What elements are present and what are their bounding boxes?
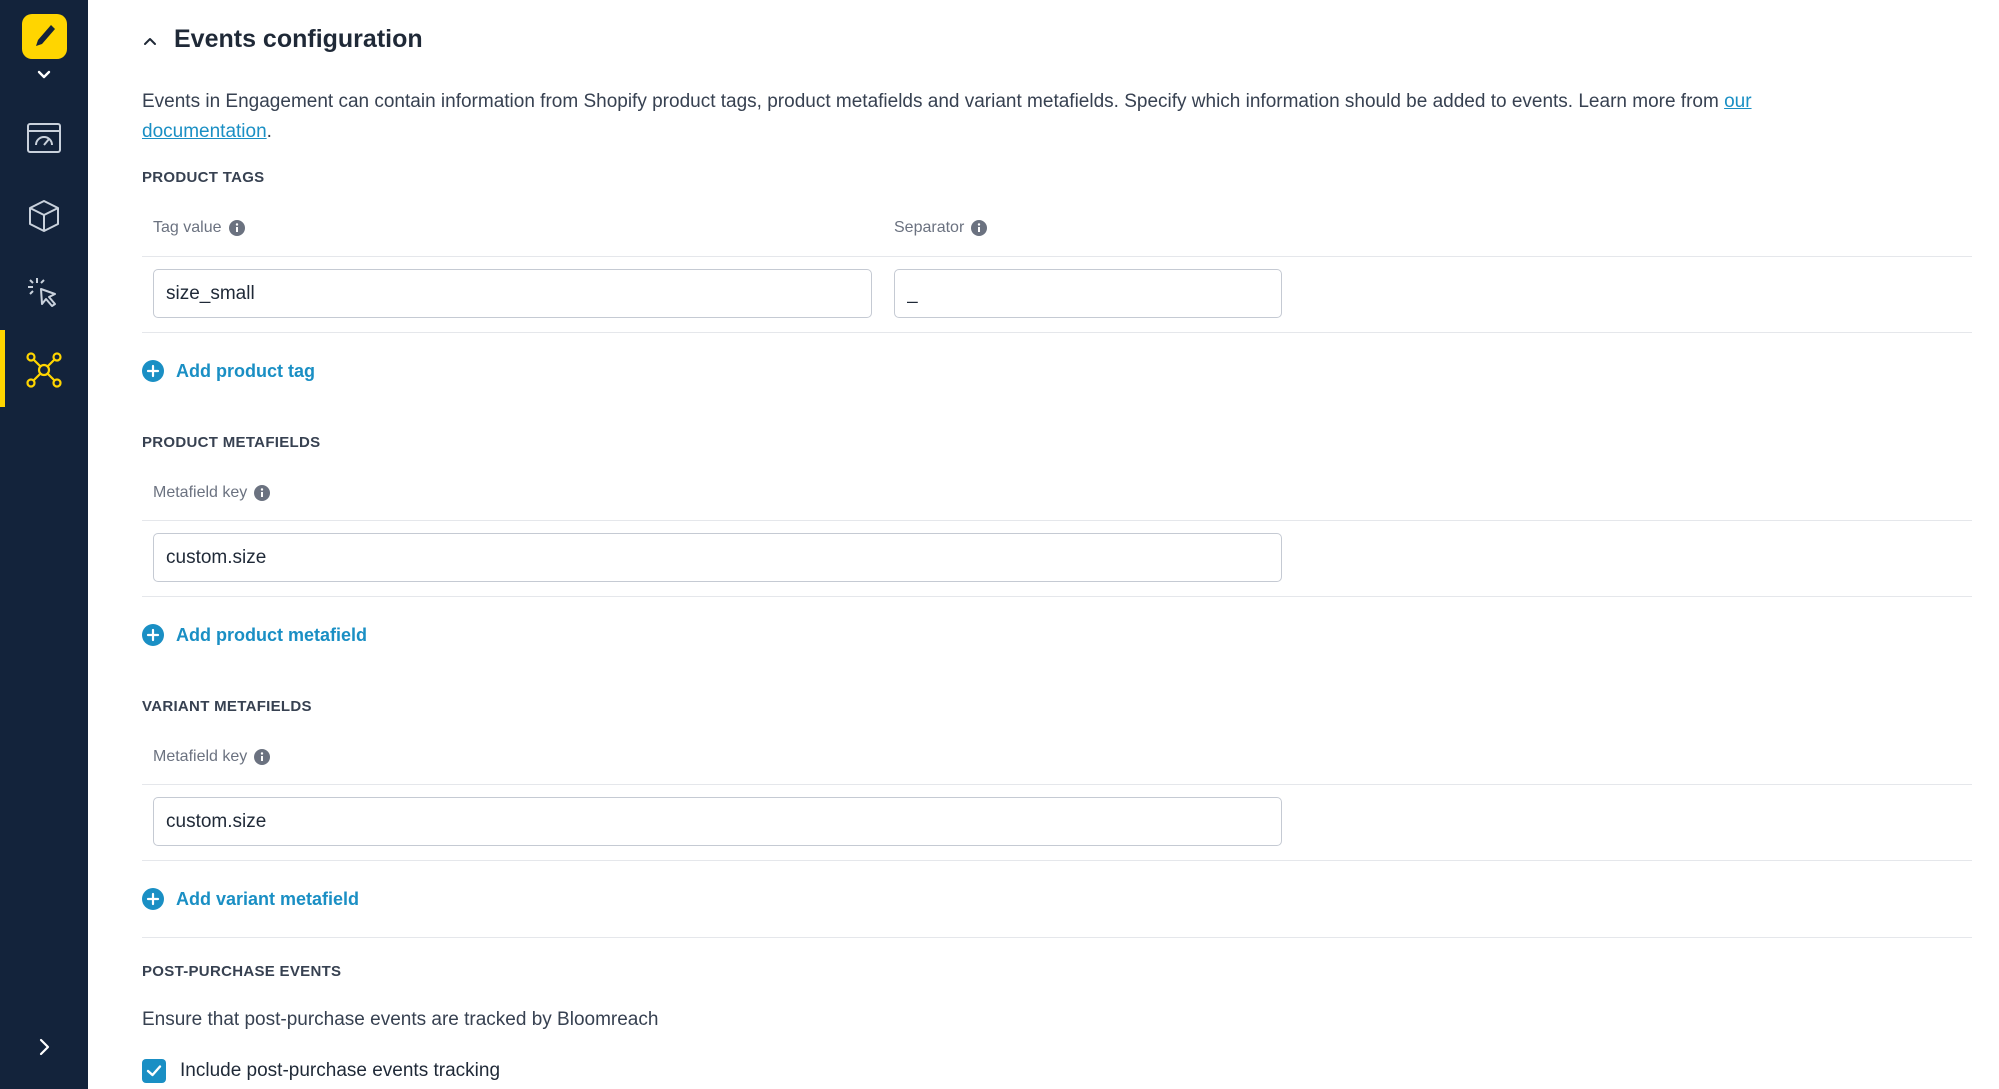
plus-circle-icon [142, 888, 164, 910]
divider [142, 784, 1972, 785]
variant-metafield-key-input[interactable] [153, 797, 1282, 846]
add-product-metafield-label: Add product metafield [176, 624, 368, 645]
divider [142, 256, 1972, 257]
post-purchase-description: Ensure that post-purchase events are tra… [142, 1009, 659, 1030]
nav-item-catalog[interactable] [0, 176, 88, 253]
tag-value-label: Tag value [153, 219, 245, 237]
info-icon[interactable] [254, 485, 271, 501]
plus-circle-icon [142, 360, 164, 382]
cube-icon [29, 200, 59, 232]
section-header[interactable]: Events configuration [142, 22, 542, 58]
add-variant-metafield-label: Add variant metafield [176, 888, 360, 909]
product-metafield-key-input[interactable] [153, 533, 1282, 582]
plus-circle-icon [142, 624, 164, 646]
divider [142, 596, 1972, 597]
separator-input[interactable] [894, 269, 1282, 318]
section-title: Events configuration [174, 25, 423, 53]
variant-metafield-key-label: Metafield key [153, 748, 271, 766]
main-content: Events configuration Events in Engagemen… [142, 0, 1999, 1089]
add-product-metafield-button[interactable]: Add product metafield [142, 622, 367, 648]
checkmark-icon [146, 1065, 162, 1077]
sidebar [0, 0, 88, 1089]
post-purchase-heading: POST-PURCHASE EVENTS [142, 963, 342, 980]
bloomreach-logo[interactable] [22, 14, 67, 59]
info-icon[interactable] [228, 220, 245, 236]
nav-item-integrations[interactable] [0, 330, 88, 407]
description-text: Events in Engagement can contain informa… [142, 91, 1725, 112]
description-end: . [266, 121, 272, 142]
separator-label: Separator [894, 219, 988, 237]
product-metafields-heading: PRODUCT METAFIELDS [142, 434, 321, 451]
info-icon[interactable] [971, 220, 988, 236]
product-metafield-key-label-text: Metafield key [153, 484, 248, 501]
network-icon [26, 352, 62, 388]
nav-item-campaigns[interactable] [0, 253, 88, 330]
info-icon[interactable] [254, 749, 271, 765]
post-purchase-checkbox-row[interactable]: Include post-purchase events tracking [142, 1058, 500, 1084]
tag-value-label-text: Tag value [153, 219, 222, 236]
divider [142, 332, 1972, 333]
tag-value-input[interactable] [153, 269, 872, 318]
chevron-down-icon[interactable] [34, 68, 54, 82]
post-purchase-checkbox-label: Include post-purchase events tracking [180, 1060, 501, 1081]
dashboard-icon [27, 123, 61, 153]
chevron-right-icon[interactable] [32, 1035, 56, 1059]
variant-metafields-heading: VARIANT METAFIELDS [142, 698, 312, 715]
cursor-click-icon [28, 278, 56, 307]
separator-label-text: Separator [894, 219, 965, 236]
add-variant-metafield-button[interactable]: Add variant metafield [142, 886, 359, 912]
variant-metafield-key-label-text: Metafield key [153, 748, 248, 765]
add-product-tag-label: Add product tag [176, 360, 315, 381]
divider [142, 937, 1972, 938]
add-product-tag-button[interactable]: Add product tag [142, 358, 315, 384]
product-metafield-key-label: Metafield key [153, 484, 271, 502]
divider [142, 520, 1972, 521]
section-description: Events in Engagement can contain informa… [142, 87, 1862, 147]
nav-item-dashboard[interactable] [0, 99, 88, 176]
product-tags-heading: PRODUCT TAGS [142, 169, 265, 186]
divider [142, 860, 1972, 861]
post-purchase-checkbox[interactable] [142, 1059, 166, 1083]
chevron-up-icon[interactable] [142, 33, 158, 49]
